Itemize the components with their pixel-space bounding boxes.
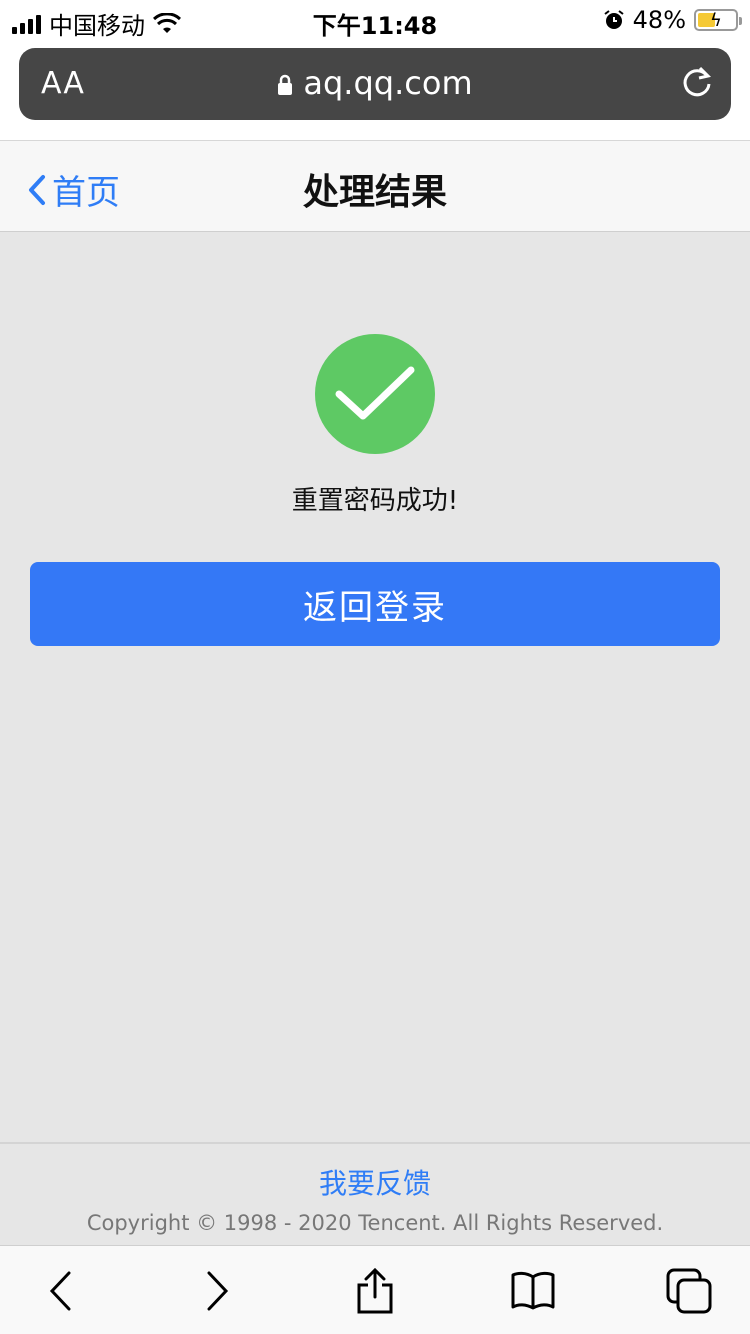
charging-bolt-icon: ϟ bbox=[710, 10, 722, 31]
status-bar: 中国移动 下午11:48 48% ϟ bbox=[0, 0, 750, 40]
address-bar[interactable]: AA aq.qq.com bbox=[19, 48, 731, 120]
result-message: 重置密码成功! bbox=[291, 486, 459, 516]
bookmarks-icon[interactable] bbox=[508, 1266, 558, 1316]
screen: 中国移动 下午11:48 48% ϟ AA aq.qq.com 首页 处理结果 … bbox=[0, 0, 750, 1334]
reload-icon[interactable] bbox=[679, 64, 715, 100]
forward-arrow-icon bbox=[207, 1271, 229, 1311]
url-text: aq.qq.com bbox=[303, 64, 473, 102]
copyright-text: Copyright © 1998 - 2020 Tencent. All Rig… bbox=[86, 1211, 664, 1235]
book-icon bbox=[511, 1271, 555, 1310]
battery-percent: 48% bbox=[632, 6, 686, 34]
battery-icon: ϟ bbox=[694, 9, 742, 31]
back-arrow-icon bbox=[49, 1271, 71, 1311]
tabs-icon[interactable] bbox=[664, 1266, 714, 1316]
footer-divider bbox=[0, 1142, 750, 1144]
status-right: 48% ϟ bbox=[603, 6, 742, 34]
tabs-squares-icon bbox=[666, 1268, 712, 1314]
navigation-bar: 首页 处理结果 bbox=[0, 140, 750, 232]
return-to-login-button[interactable]: 返回登录 bbox=[30, 562, 720, 646]
lock-icon bbox=[278, 74, 293, 95]
browser-address-area: AA aq.qq.com bbox=[0, 40, 750, 140]
feedback-link[interactable]: 我要反馈 bbox=[0, 1162, 750, 1202]
success-icon bbox=[315, 334, 435, 454]
forward-icon[interactable] bbox=[192, 1266, 242, 1316]
battery-fill: ϟ bbox=[698, 10, 722, 31]
browser-toolbar bbox=[0, 1245, 750, 1334]
alarm-icon bbox=[604, 10, 624, 29]
share-box-icon bbox=[357, 1267, 393, 1314]
back-icon[interactable] bbox=[36, 1266, 86, 1316]
url-display[interactable]: aq.qq.com bbox=[19, 64, 731, 102]
page-title: 处理结果 bbox=[302, 172, 447, 213]
share-icon[interactable] bbox=[350, 1266, 400, 1316]
checkmark-icon bbox=[335, 366, 415, 420]
